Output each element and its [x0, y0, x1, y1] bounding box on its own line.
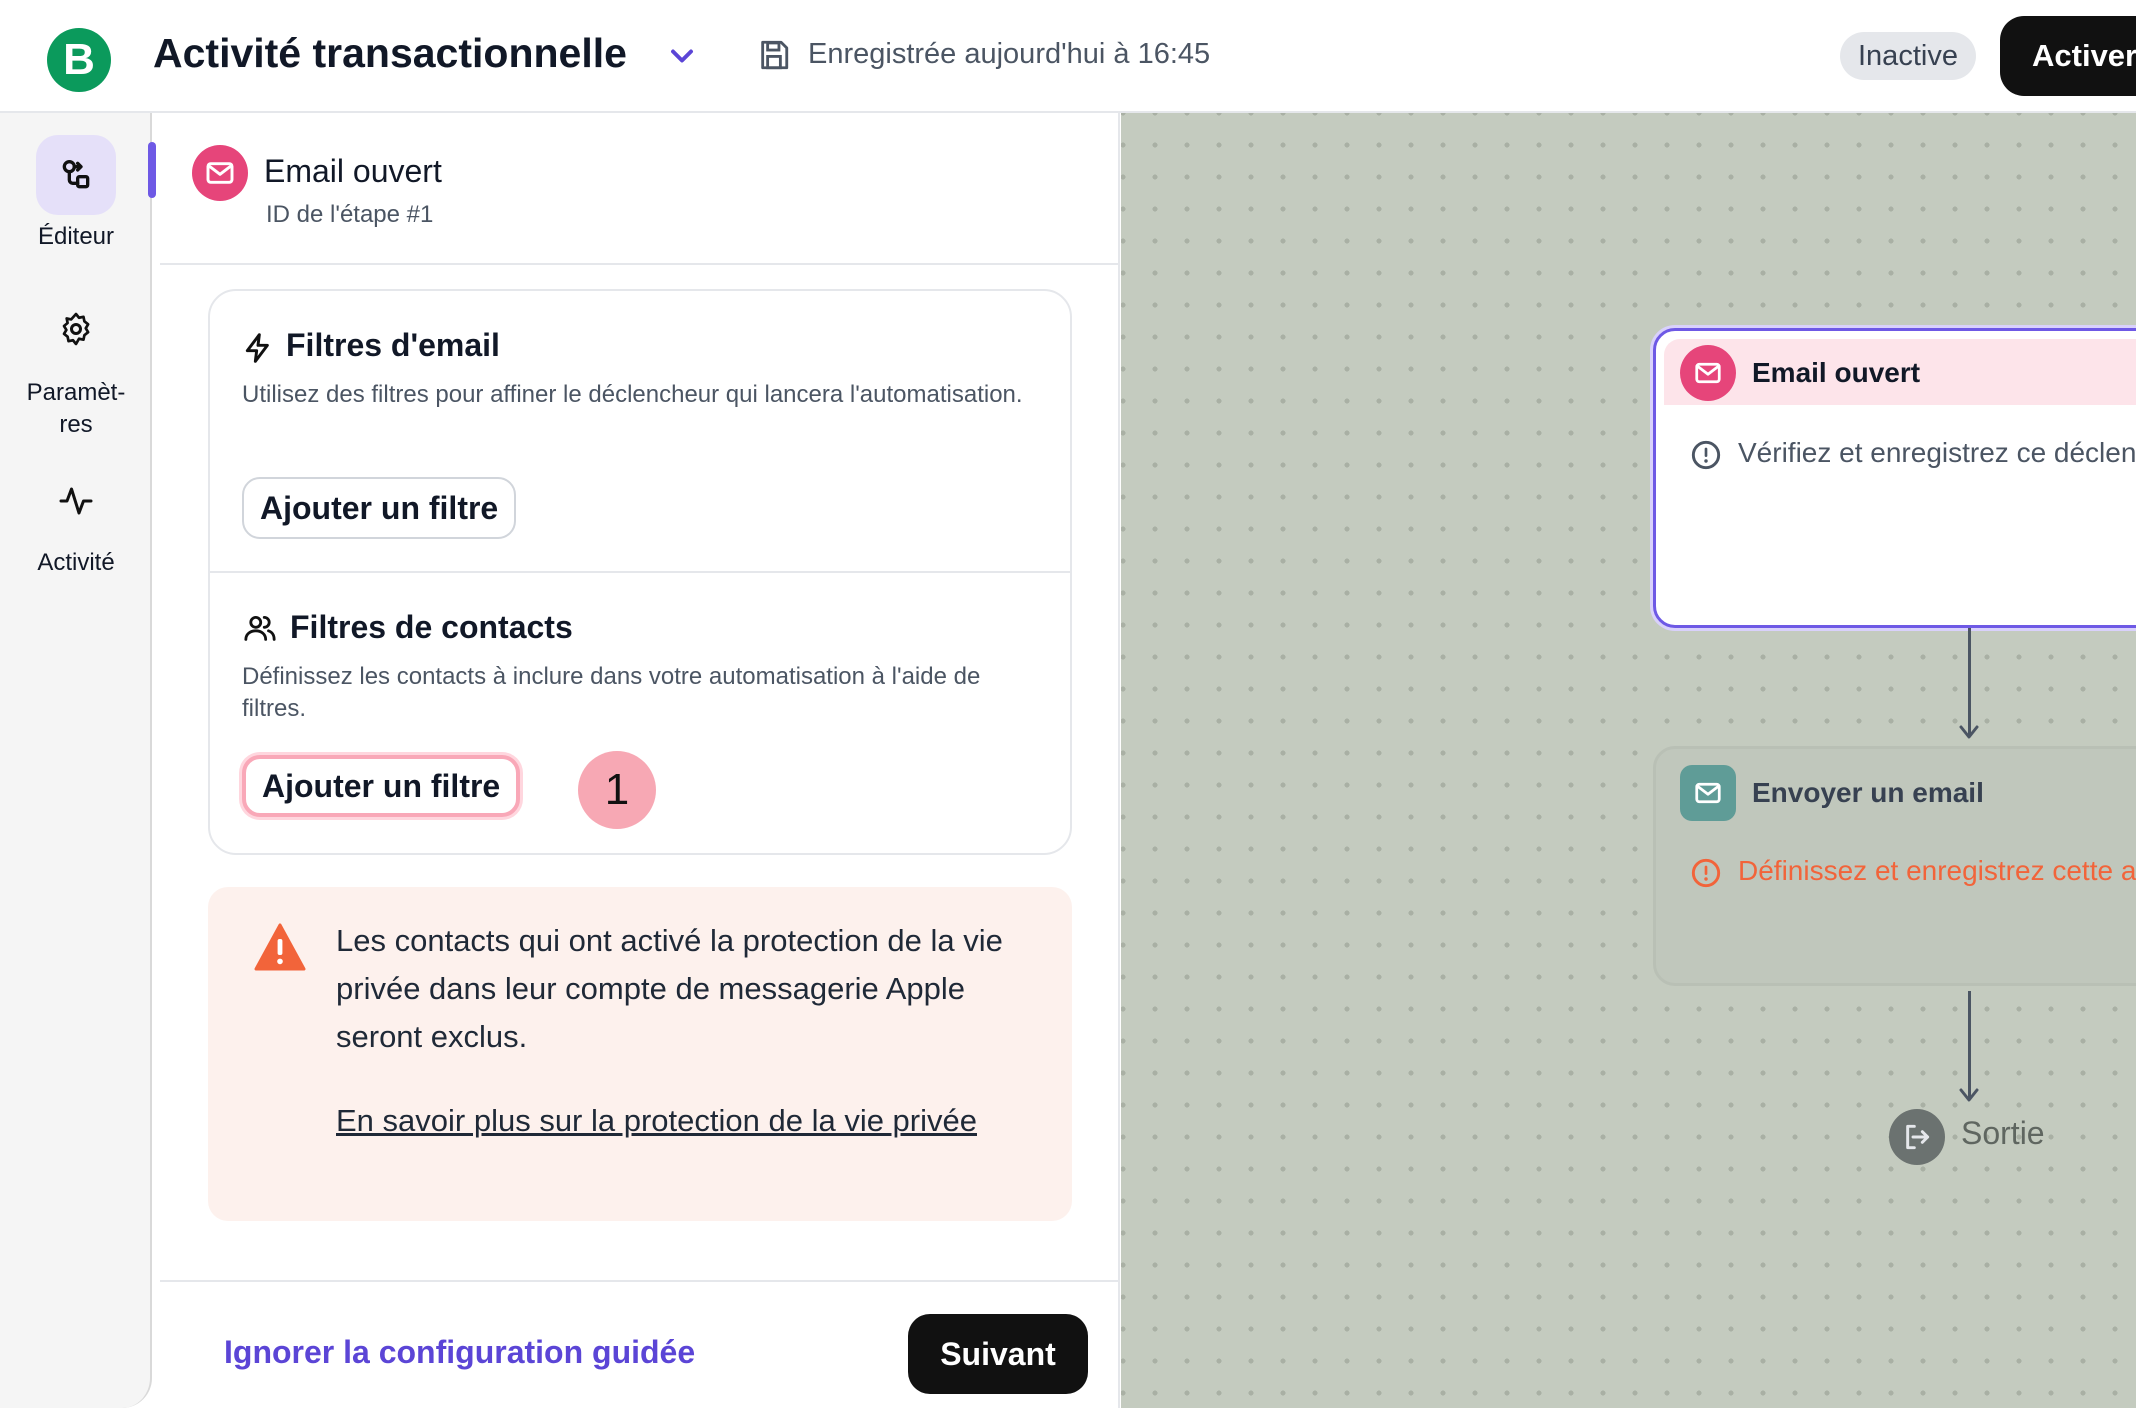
workflow-canvas[interactable]: Email ouvert Vérifiez et enregistrez ce … — [1121, 113, 2136, 1408]
status-badge: Inactive — [1840, 32, 1976, 80]
trigger-node[interactable]: Email ouvert Vérifiez et enregistrez ce … — [1653, 328, 2136, 628]
email-node-title: Envoyer un email — [1752, 777, 1984, 808]
step-config-panel: Email ouvert ID de l'étape #1 Filtres d'… — [160, 113, 1120, 1408]
arrow-down-icon — [1959, 725, 1979, 739]
send-email-node[interactable]: Envoyer un email Définissez et enregistr… — [1653, 746, 2136, 986]
activity-pulse-icon — [36, 461, 116, 541]
rail-item-activity[interactable]: Activité — [0, 461, 152, 577]
rail-item-editor[interactable]: Éditeur — [0, 135, 152, 251]
save-status: Enregistrée aujourd'hui à 16:45 — [808, 38, 1211, 70]
info-alert-icon — [1691, 440, 1721, 470]
mail-icon — [1680, 345, 1736, 401]
contact-filters-description: Définissez les contacts à inclure dans v… — [242, 663, 981, 722]
step-id: ID de l'étape #1 — [266, 201, 434, 228]
step-title: Email ouvert — [264, 153, 442, 189]
mail-icon — [1680, 765, 1736, 821]
save-icon — [761, 40, 789, 70]
trigger-node-title: Email ouvert — [1752, 357, 1921, 388]
rail-label-editor: Éditeur — [37, 223, 115, 250]
trigger-node-message: Vérifiez et enregistrez ce déclencheur — [1738, 437, 2136, 468]
contacts-icon — [244, 615, 276, 641]
rail-label-settings: Paramèt- res — [26, 379, 126, 438]
email-filters-title: Filtres d'email — [286, 327, 500, 363]
chevron-down-icon[interactable] — [664, 38, 700, 74]
filters-card: Filtres d'email Utilisez des filtres pou… — [208, 289, 1072, 855]
skip-guided-setup-link[interactable]: Ignorer la configuration guidée — [224, 1334, 695, 1371]
guide-step-badge: 1 — [578, 751, 656, 829]
brevo-logo[interactable]: B — [47, 28, 111, 92]
exit-label: Sortie — [1961, 1115, 2045, 1151]
connector-line — [1968, 991, 1971, 1099]
divider — [210, 571, 1070, 573]
workflow-title[interactable]: Activité transactionnelle — [153, 30, 627, 77]
left-rail: Éditeur Paramèt- res Activité — [0, 113, 156, 1408]
email-node-message: Définissez et enregistrez cette action — [1738, 855, 2136, 886]
exit-icon — [1889, 1109, 1945, 1165]
active-indicator — [148, 142, 156, 198]
alert-circle-icon — [1691, 858, 1721, 888]
warning-icon — [254, 923, 306, 971]
lightning-icon — [245, 333, 269, 363]
email-filters-description: Utilisez des filtres pour affiner le déc… — [242, 381, 1023, 408]
add-email-filter-button[interactable]: Ajouter un filtre — [242, 477, 517, 539]
add-contact-filter-button[interactable]: Ajouter un filtre — [242, 755, 521, 817]
panel-header: Email ouvert ID de l'étape #1 — [160, 113, 1120, 265]
panel-footer: Ignorer la configuration guidée Suivant — [160, 1280, 1120, 1408]
activate-button[interactable]: Activer — [2000, 16, 2136, 96]
connector-line — [1968, 628, 1971, 736]
gear-icon — [36, 289, 116, 369]
privacy-learn-more-link[interactable]: En savoir plus sur la protection de la v… — [336, 1097, 996, 1145]
arrow-down-icon — [1959, 1088, 1979, 1102]
flow-editor-icon — [36, 135, 116, 215]
privacy-warning: Les contacts qui ont activé la protectio… — [208, 887, 1072, 1221]
mail-icon — [192, 145, 248, 201]
contact-filters-title: Filtres de contacts — [290, 609, 573, 645]
top-bar: B Activité transactionnelle Enregistrée … — [0, 0, 2136, 113]
next-button[interactable]: Suivant — [908, 1314, 1088, 1394]
rail-label-activity: Activité — [37, 549, 115, 576]
warning-text: Les contacts qui ont activé la protectio… — [336, 923, 1003, 1054]
rail-item-settings[interactable]: Paramèt- res — [0, 289, 152, 441]
